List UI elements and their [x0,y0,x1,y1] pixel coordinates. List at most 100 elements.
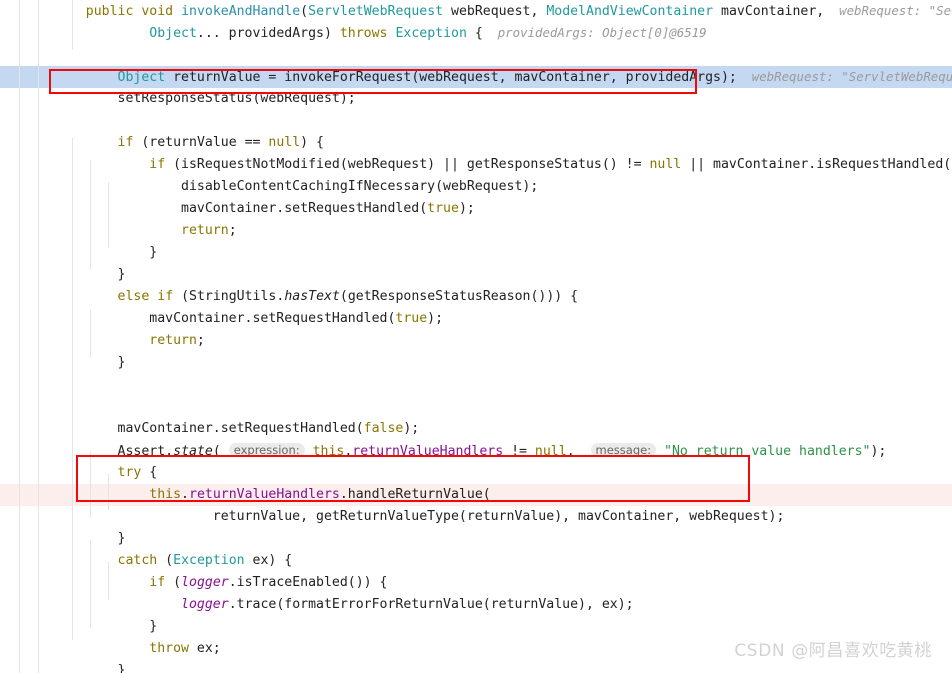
code-token: invokeForRequest [284,70,412,85]
code-token: ); [870,444,887,459]
code-token: .trace(formatErrorForReturnValue(returnV… [228,597,634,612]
code-line[interactable]: } [0,264,952,286]
code-line[interactable] [0,374,952,396]
code-token: if [149,575,166,590]
code-token: Assert [117,444,166,459]
code-token: setResponseStatus(webRequest); [54,91,356,106]
code-token: null [268,135,301,150]
code-token: mavContainer.setRequestHandled( [54,201,428,216]
code-token: ); [458,201,475,216]
code-token: throw [149,641,189,656]
code-token: returnValue = [165,70,285,85]
code-line[interactable]: return; [0,220,952,242]
code-token: (isRequestNotModified(webRequest) || get… [165,157,650,172]
code-line[interactable]: } [0,616,952,638]
code-line[interactable]: disableContentCachingIfNecessary(webRequ… [0,176,952,198]
code-token: { [466,26,483,41]
code-token: } [54,619,158,634]
code-token: (getResponseStatusReason())) { [339,289,579,304]
code-line[interactable]: this.returnValueHandlers.handleReturnVal… [0,484,952,506]
code-token: returnValueHandlers [189,487,340,502]
code-token: null [534,444,567,459]
code-line[interactable]: mavContainer.setRequestHandled(true); [0,198,952,220]
code-line[interactable]: public void invokeAndHandle(ServletWebRe… [0,0,952,22]
code-token: .handleReturnValue( [339,487,491,502]
code-line[interactable]: } [0,242,952,264]
code-line[interactable]: } [0,528,952,550]
code-token: true [427,201,459,216]
code-line[interactable]: Object... providedArgs) throws Exception… [0,22,952,44]
code-token: true [395,311,428,326]
code-token: return [149,333,197,348]
code-token: ( [157,553,174,568]
code-line[interactable]: } [0,352,952,374]
code-line[interactable]: mavContainer.setRequestHandled(true); [0,308,952,330]
code-token: } [54,245,158,260]
code-token: state [173,444,213,459]
code-token: } [54,355,126,370]
code-token: if [117,135,134,150]
code-token: null [649,157,682,172]
inline-debug-value-hint: webRequest: "ServletWebRequest [736,69,952,84]
code-token: (returnValue == [133,135,269,150]
code-line[interactable]: Assert.state( expression: this.returnVal… [0,440,952,462]
code-line[interactable]: setResponseStatus(webRequest); [0,88,952,110]
code-token: (webRequest, mavContainer, providedArgs)… [411,70,737,85]
code-line[interactable]: logger.trace(formatErrorForReturnValue(r… [0,594,952,616]
code-token: try [117,465,142,480]
code-token: , [566,444,591,459]
code-line[interactable]: } [0,660,952,673]
code-token: return [181,223,229,238]
code-token: mavContainer.setRequestHandled( [54,311,396,326]
code-token: if [149,157,166,172]
code-token: void [141,4,174,19]
code-token: returnValueHandlers [352,444,504,459]
code-token: invokeAndHandle [181,4,301,19]
code-line[interactable] [0,110,952,132]
code-line[interactable]: returnValue, getReturnValueType(returnVa… [0,506,952,528]
parameter-name-hint: expression: [228,443,305,457]
code-line[interactable]: return; [0,330,952,352]
code-token: Exception [173,553,245,568]
code-token: StringUtils [189,289,277,304]
code-text-area[interactable]: public void invokeAndHandle(ServletWebRe… [0,0,952,673]
code-token: ; [228,223,237,238]
code-token: mavContainer, [713,4,825,19]
code-line[interactable]: else if (StringUtils.hasText(getResponse… [0,286,952,308]
code-token: returnValue, getReturnValueType(returnVa… [54,509,785,524]
code-line[interactable]: catch (Exception ex) { [0,550,952,572]
code-token: ); [403,421,420,436]
code-token: else [117,289,150,304]
code-token: } [54,531,126,546]
code-line[interactable] [0,44,952,66]
code-token: disableContentCachingIfNecessary(webRequ… [54,179,539,194]
code-token: if [157,289,174,304]
code-token: ( [165,575,182,590]
code-line[interactable]: if (returnValue == null) { [0,132,952,154]
ide-code-editor-window: public void invokeAndHandle(ServletWebRe… [0,0,952,673]
code-line[interactable]: mavContainer.setRequestHandled(false); [0,418,952,440]
code-line[interactable]: try { [0,462,952,484]
code-token: ; [196,333,205,348]
inline-debug-value-hint: providedArgs: Object[0]@6519 [482,25,707,40]
code-line[interactable]: if (isRequestNotModified(webRequest) || … [0,154,952,176]
code-line[interactable]: if (logger.isTraceEnabled()) { [0,572,952,594]
code-token: ); [427,311,444,326]
code-line[interactable]: Object returnValue = invokeForRequest(we… [0,66,952,88]
code-token: . [181,487,189,502]
code-token: Object [149,26,197,41]
code-token: ex) { [244,553,293,568]
code-line[interactable] [0,396,952,418]
